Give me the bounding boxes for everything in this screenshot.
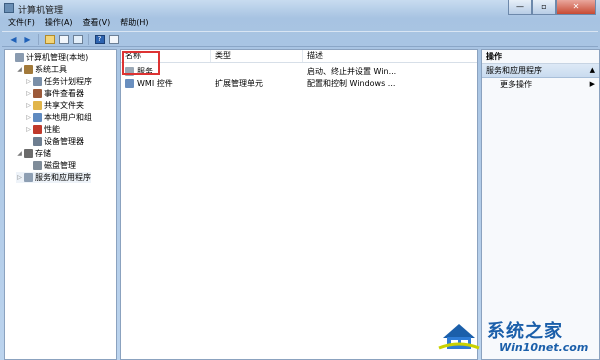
action-more-actions-label: 更多操作	[500, 80, 532, 89]
tree-item-label: 系统工具	[35, 65, 67, 74]
up-folder-icon[interactable]	[44, 34, 55, 45]
column-header-type[interactable]: 类型	[211, 50, 303, 62]
column-header-description[interactable]: 描述	[303, 50, 477, 62]
computer-management-window: 计算机管理 — ▫ ✕ 文件(F) 操作(A) 查看(V) 帮助(H) ◀ ▶ …	[0, 0, 600, 360]
menu-view[interactable]: 查看(V)	[83, 17, 111, 29]
tree-item-label: 磁盘管理	[44, 161, 76, 170]
menu-bar: 文件(F) 操作(A) 查看(V) 帮助(H)	[2, 17, 598, 29]
list-item-description: 启动、终止并设置 Win...	[307, 67, 397, 76]
watermark: 系统之家 Win10net.com	[437, 313, 597, 358]
show-hide-tree-icon[interactable]	[58, 34, 69, 45]
actions-section-label: 服务和应用程序	[486, 66, 542, 75]
system-tools-icon	[24, 65, 33, 74]
tree-item[interactable]: ◢ 系统工具	[16, 64, 67, 75]
tree-item-label: 计算机管理(本地)	[26, 53, 89, 62]
tree-item-label: 服务和应用程序	[35, 173, 91, 182]
tree-item-label: 共享文件夹	[44, 101, 84, 110]
expand-toggle-icon[interactable]: ◢	[16, 148, 23, 159]
tree-item[interactable]: ▷ 任务计划程序	[25, 76, 92, 87]
maximize-button[interactable]: ▫	[532, 0, 556, 15]
list-item-name: WMI 控件	[137, 79, 173, 88]
actions-header: 操作	[482, 50, 599, 64]
watermark-title: 系统之家	[487, 321, 563, 342]
performance-icon	[33, 125, 42, 134]
storage-icon	[24, 149, 33, 158]
expand-toggle-icon[interactable]: ◢	[16, 64, 23, 75]
action-more-actions[interactable]: 更多操作 ▶	[482, 78, 599, 91]
close-button[interactable]: ✕	[556, 0, 596, 15]
event-viewer-icon	[33, 89, 42, 98]
forward-arrow-icon[interactable]: ▶	[22, 34, 33, 45]
list-item-name: 服务	[137, 67, 153, 76]
help-icon[interactable]: ?	[94, 34, 105, 45]
window-controls: — ▫ ✕	[508, 0, 596, 15]
actions-section-services-apps[interactable]: 服务和应用程序 ▲	[482, 64, 599, 78]
minimize-button[interactable]: —	[508, 0, 532, 15]
list-header: 名称 类型 描述	[121, 50, 477, 63]
toolbar-separator	[38, 33, 39, 45]
tree-item[interactable]: ▷ 事件查看器	[25, 88, 84, 99]
menu-file[interactable]: 文件(F)	[8, 17, 35, 29]
tree-item[interactable]: ▷ 性能	[25, 124, 60, 135]
navigation-tree[interactable]: 计算机管理(本地) ◢ 系统工具 ▷ 任务计划程序 ▷ 事件查看器 ▷ 共享文件夹 ▷ 本地用户和组…	[4, 49, 117, 360]
tree-item[interactable]: ▷ 本地用户和组	[25, 112, 92, 123]
toolbar: ◀ ▶ ?	[2, 31, 598, 47]
properties-icon[interactable]	[108, 34, 119, 45]
users-icon	[33, 113, 42, 122]
shared-folder-icon	[33, 101, 42, 110]
watermark-url: Win10net.com	[499, 341, 589, 354]
device-manager-icon	[33, 137, 42, 146]
expand-toggle-icon[interactable]: ▷	[25, 124, 32, 135]
tree-item[interactable]: ▷ 服务和应用程序	[16, 172, 91, 183]
title-bar[interactable]: 计算机管理 — ▫ ✕	[0, 0, 600, 16]
task-scheduler-icon	[33, 77, 42, 86]
details-list[interactable]: 名称 类型 描述 服务 启动、终止并设置 Win... WMI 控件 扩展管理单元 配置…	[120, 49, 478, 360]
tree-item[interactable]: 设备管理器	[25, 136, 84, 147]
expand-toggle-icon[interactable]: ▷	[16, 172, 23, 183]
list-item-type: 扩展管理单元	[215, 79, 263, 88]
window-title: 计算机管理	[18, 6, 64, 16]
list-item-description: 配置和控制 Windows ...	[307, 79, 396, 88]
tree-item-label: 性能	[44, 125, 60, 134]
tree-item-label: 本地用户和组	[44, 113, 92, 122]
tree-item-label: 任务计划程序	[44, 77, 92, 86]
menu-help[interactable]: 帮助(H)	[120, 17, 148, 29]
computer-management-icon	[15, 53, 24, 62]
list-item[interactable]: WMI 控件 扩展管理单元 配置和控制 Windows ...	[121, 78, 477, 89]
wmi-control-icon	[125, 79, 134, 88]
disk-management-icon	[33, 161, 42, 170]
tree-item-label: 事件查看器	[44, 89, 84, 98]
watermark-logo	[438, 324, 480, 350]
services-icon	[125, 67, 134, 76]
tree-item[interactable]: 磁盘管理	[25, 160, 76, 171]
tree-item[interactable]: ◢ 存储	[16, 148, 51, 159]
expand-toggle-icon[interactable]: ▷	[25, 88, 32, 99]
collapse-triangle-icon[interactable]: ▲	[590, 64, 595, 77]
list-item[interactable]: 服务 启动、终止并设置 Win...	[121, 66, 477, 77]
submenu-arrow-icon: ▶	[589, 80, 595, 88]
export-icon[interactable]	[72, 34, 83, 45]
expand-toggle-icon[interactable]: ▷	[25, 112, 32, 123]
services-apps-icon	[24, 173, 33, 182]
computer-management-app-icon	[4, 3, 14, 13]
menu-action[interactable]: 操作(A)	[45, 17, 73, 29]
tree-item-label: 设备管理器	[44, 137, 84, 146]
expand-toggle-icon[interactable]: ▷	[25, 100, 32, 111]
toolbar-separator	[88, 33, 89, 45]
tree-item[interactable]: ▷ 共享文件夹	[25, 100, 84, 111]
column-header-name[interactable]: 名称	[121, 50, 211, 62]
tree-item-label: 存储	[35, 149, 51, 158]
expand-toggle-icon[interactable]: ▷	[25, 76, 32, 87]
tree-item[interactable]: 计算机管理(本地)	[7, 52, 88, 63]
back-arrow-icon[interactable]: ◀	[8, 34, 19, 45]
